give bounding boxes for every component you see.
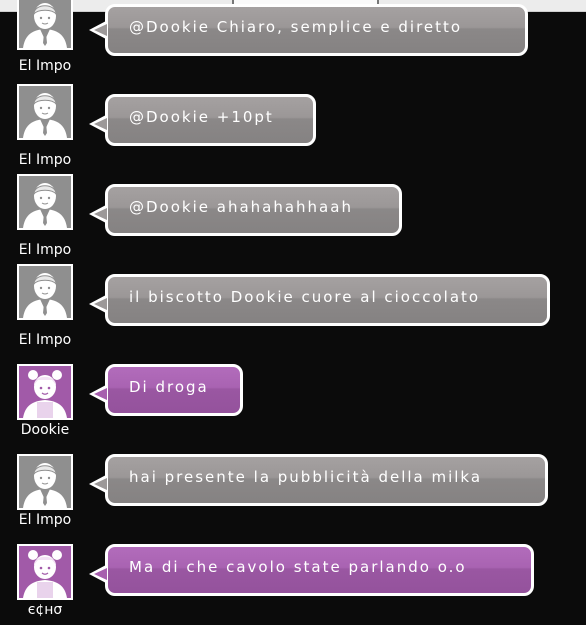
chat-message: El Impo @Dookie Chiaro, semplice e diret…: [0, 0, 586, 84]
username-label[interactable]: El Impo: [0, 152, 90, 168]
chat-message: El Impo hai presente la pubblicità della…: [0, 444, 586, 534]
username-label[interactable]: Dookie: [0, 422, 90, 438]
chat-message: є¢нσ Ma di che cavolo state parlando o.o: [0, 534, 586, 624]
speech-tail-fill: [94, 118, 107, 130]
speech-tail-fill: [94, 388, 107, 400]
message-bubble[interactable]: @Dookie +10pt: [105, 94, 316, 146]
male-user-avatar[interactable]: [17, 0, 73, 50]
username-label[interactable]: є¢нσ: [0, 602, 90, 618]
speech-tail-fill: [94, 208, 107, 220]
female-user-avatar[interactable]: [17, 364, 73, 420]
chat-message: Dookie Di droga: [0, 354, 586, 444]
chat-message: El Impo il biscotto Dookie cuore al cioc…: [0, 264, 586, 354]
message-bubble[interactable]: hai presente la pubblicità della milka: [105, 454, 548, 506]
speech-tail-fill: [94, 478, 107, 490]
chat-message: El Impo @Dookie +10pt: [0, 84, 586, 174]
message-bubble[interactable]: il biscotto Dookie cuore al cioccolato: [105, 274, 550, 326]
male-user-avatar[interactable]: [17, 84, 73, 140]
male-user-avatar[interactable]: [17, 454, 73, 510]
username-label[interactable]: El Impo: [0, 512, 90, 528]
message-bubble[interactable]: @Dookie ahahahahhaah: [105, 184, 402, 236]
username-label[interactable]: El Impo: [0, 332, 90, 348]
message-bubble[interactable]: Ma di che cavolo state parlando o.o: [105, 544, 534, 596]
username-label[interactable]: El Impo: [0, 242, 90, 258]
username-label[interactable]: El Impo: [0, 58, 90, 74]
male-user-avatar[interactable]: [17, 264, 73, 320]
speech-tail-fill: [94, 568, 107, 580]
speech-tail-fill: [94, 24, 107, 36]
message-bubble[interactable]: Di droga: [105, 364, 243, 416]
female-user-avatar[interactable]: [17, 544, 73, 600]
message-bubble[interactable]: @Dookie Chiaro, semplice e diretto: [105, 4, 528, 56]
speech-tail-fill: [94, 298, 107, 310]
male-user-avatar[interactable]: [17, 174, 73, 230]
chat-message: El Impo @Dookie ahahahahhaah: [0, 174, 586, 264]
